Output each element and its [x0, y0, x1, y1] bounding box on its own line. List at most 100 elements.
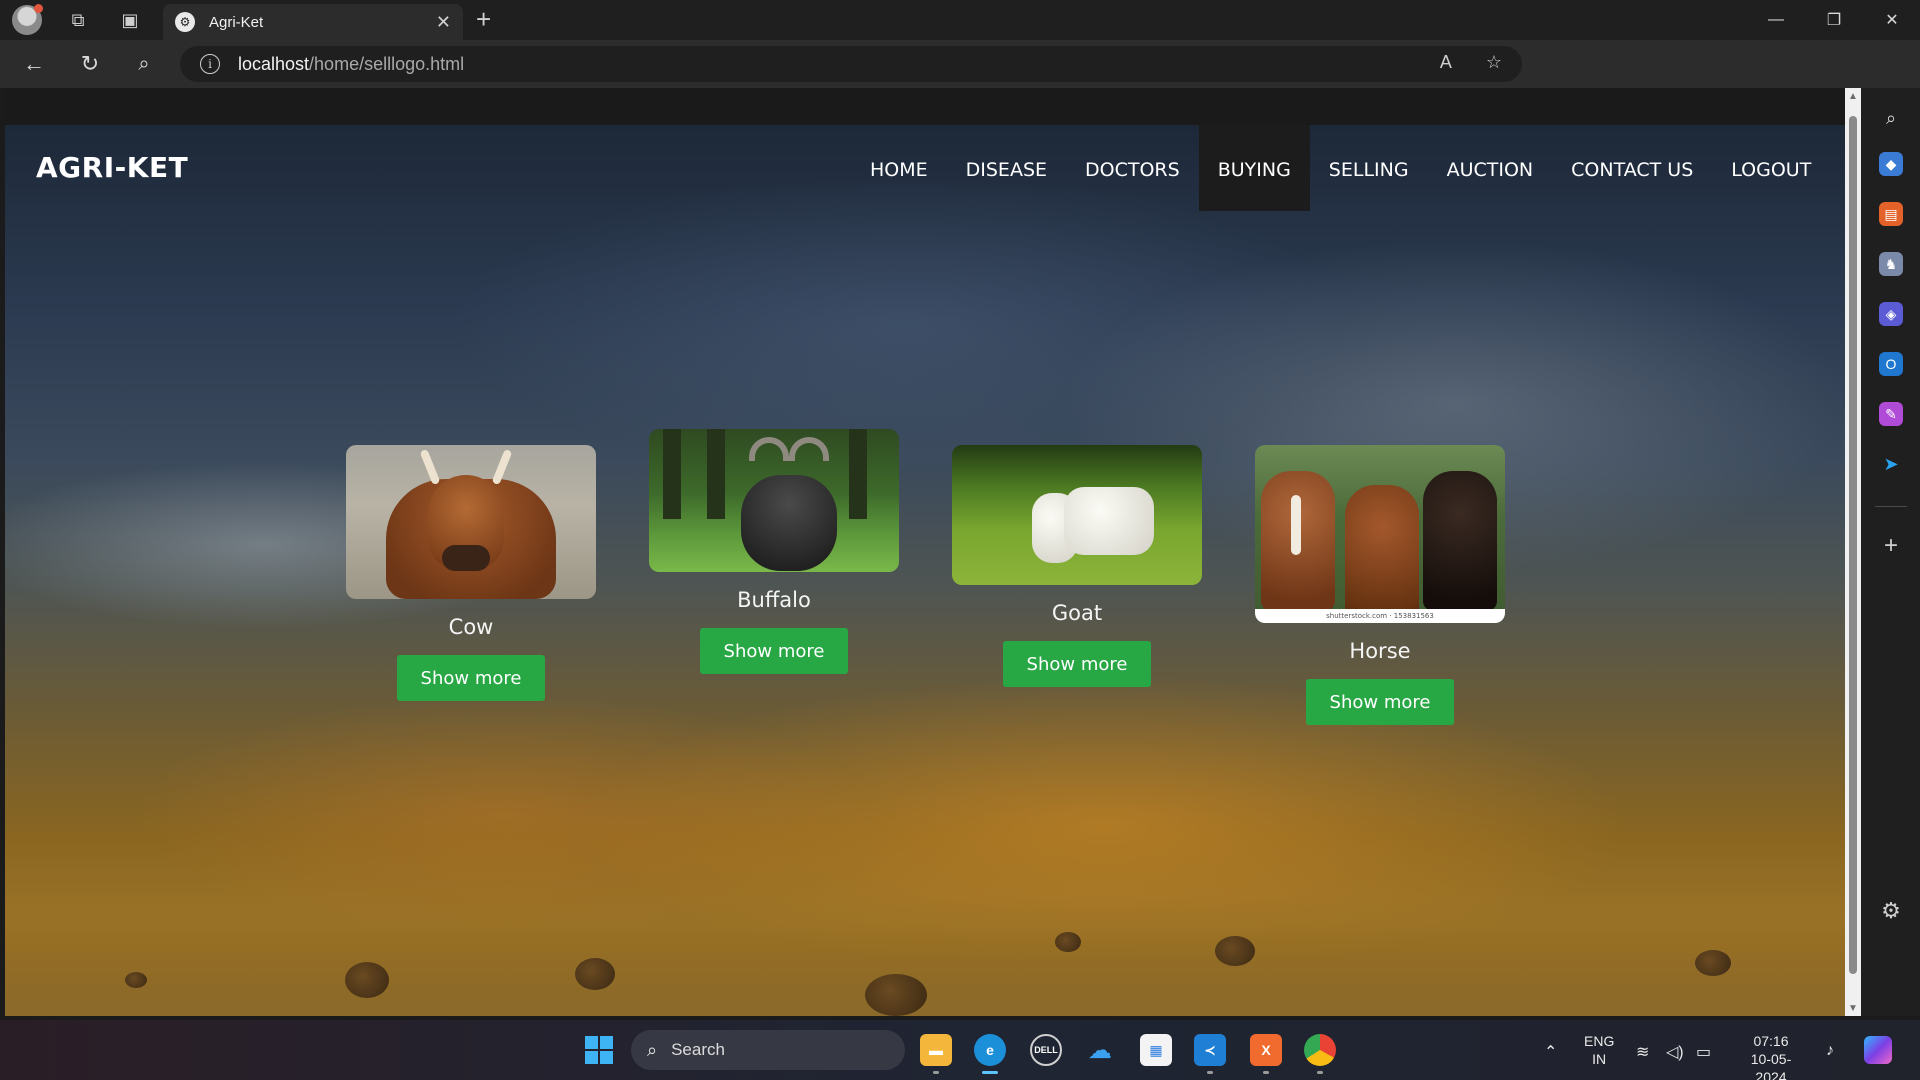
buffalo-horn — [749, 437, 789, 461]
hay-bale — [125, 972, 147, 988]
scroll-up-arrow-icon[interactable]: ▲ — [1845, 88, 1861, 104]
page-scrollbar[interactable]: ▲ ▼ — [1845, 88, 1861, 1016]
shopping-tag-icon[interactable]: ◆ — [1879, 152, 1903, 176]
search-icon[interactable]: ⌕ — [122, 44, 166, 84]
workspaces-icon[interactable]: ⧉ — [58, 0, 98, 40]
scrollbar-thumb[interactable] — [1849, 116, 1857, 974]
restore-window-icon[interactable]: ❐ — [1806, 0, 1862, 40]
nav-disease[interactable]: DISEASE — [947, 125, 1066, 211]
show-more-button-horse[interactable]: Show more — [1306, 679, 1454, 725]
taskbar-search-label: Search — [671, 1040, 725, 1059]
site-info-icon[interactable]: i — [200, 54, 220, 74]
hay-bale — [1215, 936, 1255, 966]
microsoft-365-icon[interactable]: ◈ — [1879, 302, 1903, 326]
animal-card-goat: Goat Show more — [952, 445, 1202, 687]
address-bar[interactable]: i localhost/home/selllogo.html A ☆ — [180, 46, 1522, 82]
hay-bale — [575, 958, 615, 990]
favorite-star-icon[interactable]: ☆ — [1486, 52, 1502, 73]
image-watermark: shutterstock.com · 153831563 — [1255, 609, 1505, 623]
start-tile — [585, 1036, 598, 1049]
add-sidebar-app-icon[interactable]: + — [1879, 532, 1903, 560]
buffalo-body — [741, 475, 837, 571]
animal-card-buffalo: Buffalo Show more — [649, 429, 899, 674]
new-tab-button[interactable]: + — [476, 4, 491, 35]
horse-blaze — [1291, 495, 1301, 555]
card-title-goat: Goat — [1051, 601, 1103, 625]
card-title-horse: Horse — [1349, 639, 1411, 663]
microsoft-store-icon[interactable]: ▦ — [1140, 1034, 1172, 1066]
horse-image: shutterstock.com · 153831563 — [1255, 445, 1505, 623]
nav-buying[interactable]: BUYING — [1198, 125, 1310, 211]
clock[interactable]: 07:16 10-05-2024 — [1736, 1032, 1806, 1080]
copilot-taskbar-icon[interactable] — [1864, 1036, 1892, 1064]
cow-snout — [442, 545, 490, 571]
designer-icon[interactable]: ✎ — [1879, 402, 1903, 426]
hay-bale — [865, 974, 927, 1016]
notifications-bell-icon[interactable]: ♪ — [1826, 1042, 1834, 1060]
back-arrow-icon[interactable]: ← — [12, 44, 56, 84]
show-hidden-icons-chevron-icon[interactable]: ⌃ — [1544, 1042, 1557, 1062]
read-aloud-icon[interactable]: A — [1440, 52, 1452, 73]
region-code: IN — [1592, 1051, 1607, 1067]
nav-contact-us[interactable]: CONTACT US — [1552, 125, 1712, 211]
animal-card-cow: Cow Show more — [346, 445, 596, 701]
cow-image — [346, 445, 596, 599]
scroll-down-arrow-icon[interactable]: ▼ — [1845, 1000, 1861, 1016]
wifi-icon[interactable]: ≋ — [1636, 1042, 1649, 1062]
dell-icon[interactable]: DELL — [1030, 1034, 1062, 1066]
horse — [1345, 485, 1419, 623]
cow-horn — [419, 448, 441, 486]
show-more-button-goat[interactable]: Show more — [1003, 641, 1151, 687]
tab-title: Agri-Ket — [209, 13, 264, 31]
sidebar-divider — [1875, 506, 1907, 507]
show-more-button-buffalo[interactable]: Show more — [700, 628, 848, 674]
vs-code-icon[interactable]: ≺ — [1194, 1034, 1226, 1074]
goat — [1064, 487, 1154, 555]
volume-icon[interactable]: ◁) — [1666, 1042, 1684, 1062]
sidebar-search-icon[interactable]: ⌕ — [1879, 106, 1903, 130]
start-tile — [600, 1036, 613, 1049]
page-viewport: AGRI-KET HOME DISEASE DOCTORS BUYING SEL… — [5, 88, 1845, 1016]
nav-auction[interactable]: AUCTION — [1428, 125, 1553, 211]
minimize-window-icon[interactable]: — — [1748, 0, 1804, 40]
clock-date: 10-05-2024 — [1750, 1051, 1792, 1080]
input-language[interactable]: ENG IN — [1584, 1032, 1614, 1068]
buffalo-image — [649, 429, 899, 572]
site-favicon-icon: ⚙ — [175, 12, 195, 32]
browser-toolbar: ← ↻ ⌕ i localhost/home/selllogo.html A ☆… — [0, 40, 1920, 118]
xampp-icon[interactable]: X — [1250, 1034, 1282, 1074]
profile-avatar-icon[interactable] — [12, 4, 43, 35]
browser-tab-bar: ⧉ ▣ ⚙ Agri-Ket ✕ + — ❐ ✕ — [0, 0, 1920, 40]
battery-icon[interactable]: ▭ — [1696, 1042, 1711, 1062]
outlook-icon[interactable]: O — [1879, 352, 1903, 376]
sidebar-settings-gear-icon[interactable]: ⚙ — [1879, 898, 1903, 924]
browser-tab-agri-ket[interactable]: ⚙ Agri-Ket ✕ — [163, 4, 463, 40]
tree — [663, 429, 681, 519]
hay-bale — [345, 962, 389, 998]
nav-logout[interactable]: LOGOUT — [1712, 125, 1830, 211]
tree — [849, 429, 867, 519]
show-more-button-cow[interactable]: Show more — [397, 655, 545, 701]
main-navigation: HOME DISEASE DOCTORS BUYING SELLING AUCT… — [851, 125, 1830, 211]
tools-briefcase-icon[interactable]: ▤ — [1879, 202, 1903, 226]
url-host: localhost — [238, 53, 310, 74]
vertical-tabs-icon[interactable]: ▣ — [110, 0, 150, 40]
close-tab-icon[interactable]: ✕ — [436, 12, 451, 33]
close-window-icon[interactable]: ✕ — [1864, 0, 1920, 40]
file-explorer-icon[interactable]: ▬ — [920, 1034, 952, 1074]
games-icon[interactable]: ♞ — [1879, 252, 1903, 276]
edge-browser-icon[interactable]: e — [974, 1034, 1006, 1074]
refresh-icon[interactable]: ↻ — [68, 44, 112, 84]
language-code: ENG — [1584, 1033, 1615, 1049]
onedrive-cloud-icon[interactable]: ☁ — [1084, 1034, 1116, 1066]
nav-doctors[interactable]: DOCTORS — [1066, 125, 1199, 211]
windows-start-icon[interactable] — [585, 1036, 613, 1064]
nav-home[interactable]: HOME — [851, 125, 947, 211]
chrome-icon[interactable] — [1304, 1034, 1336, 1074]
send-telegram-icon[interactable]: ➤ — [1879, 452, 1903, 476]
nav-selling[interactable]: SELLING — [1310, 125, 1428, 211]
horse — [1423, 471, 1497, 611]
windows-taskbar: ⌕ Search ▬ e DELL ☁ ▦ ≺ X ⌃ ENG IN ≋ ◁) ▭… — [0, 1020, 1920, 1080]
site-logo[interactable]: AGRI-KET — [36, 151, 188, 184]
taskbar-search-box[interactable]: ⌕ Search — [631, 1030, 905, 1070]
